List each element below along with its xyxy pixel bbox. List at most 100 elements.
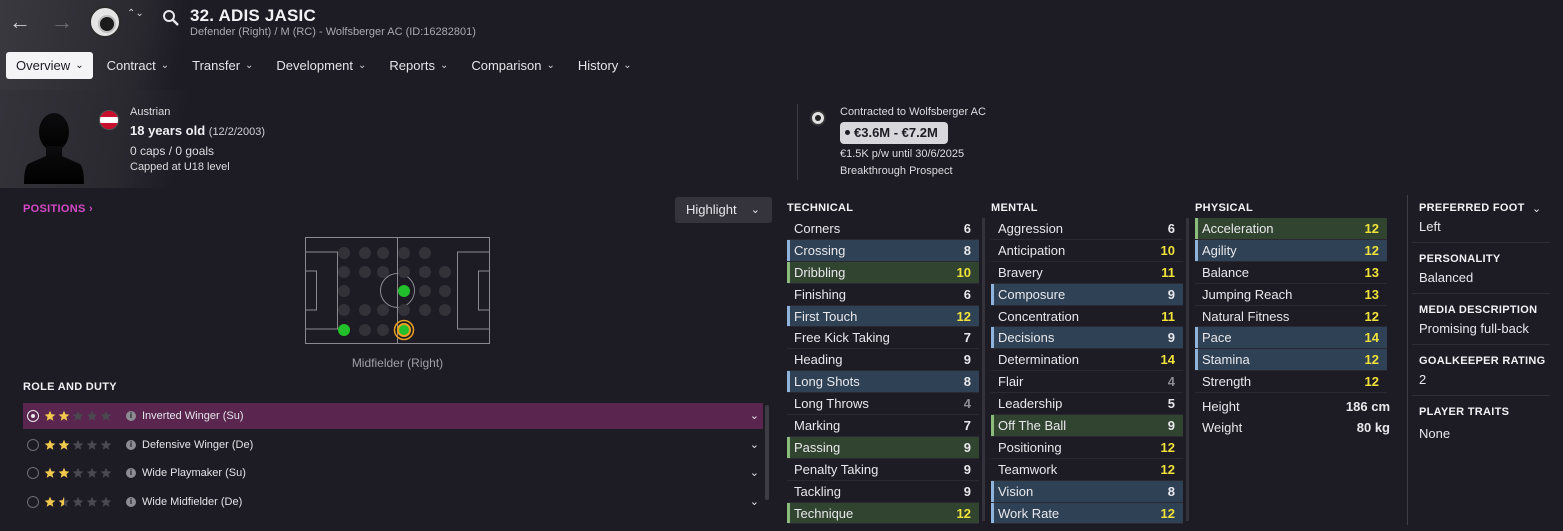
player-subtitle: Defender (Right) / M (RC) - Wolfsberger … xyxy=(190,26,476,38)
info-icon[interactable]: i xyxy=(126,411,136,421)
attribute-value: 8 xyxy=(1167,483,1175,499)
role-list-scrollbar[interactable] xyxy=(765,405,769,500)
attribute-row-dribbling[interactable]: Dribbling 10 xyxy=(787,261,979,284)
physical-title: PHYSICAL xyxy=(1195,202,1254,214)
attribute-row-vision[interactable]: Vision 8 xyxy=(991,480,1183,503)
attribute-value: 12 xyxy=(1364,352,1379,368)
role-row[interactable]: i Wide Midfielder (De) ⌄ xyxy=(23,489,763,515)
attribute-row-concentration[interactable]: Concentration 11 xyxy=(991,306,1183,328)
attribute-row-decisions[interactable]: Decisions 9 xyxy=(991,327,1183,350)
attribute-row-bravery[interactable]: Bravery 11 xyxy=(991,262,1183,284)
attribute-row-long-shots[interactable]: Long Shots 8 xyxy=(787,371,979,394)
attribute-row-agility[interactable]: Agility 12 xyxy=(1195,239,1387,262)
attribute-name: Bravery xyxy=(998,264,1043,280)
profile-band xyxy=(0,90,1563,188)
back-arrow-icon[interactable]: ← xyxy=(6,8,34,36)
role-row[interactable]: i Wide Playmaker (Su) ⌄ xyxy=(23,460,763,486)
attribute-name: Determination xyxy=(998,352,1079,368)
height-row: Height 186 cm xyxy=(1202,399,1390,414)
forward-arrow-icon[interactable]: → xyxy=(48,8,76,36)
chevron-down-icon[interactable]: ⌄ xyxy=(750,432,759,458)
contracted-to[interactable]: Contracted to Wolfsberger AC xyxy=(840,106,986,118)
role-radio[interactable] xyxy=(27,467,39,480)
height-value: 186 cm xyxy=(1345,399,1390,414)
attribute-row-off-the-ball[interactable]: Off The Ball 9 xyxy=(991,415,1183,437)
tab-contract[interactable]: Contract ⌄ xyxy=(97,52,179,79)
page-title: 32. ADIS JASIC xyxy=(190,6,316,25)
chevron-down-icon[interactable]: ⌄ xyxy=(750,403,759,429)
attribute-row-natural-fitness[interactable]: Natural Fitness 12 xyxy=(1195,306,1387,328)
attribute-value: 12 xyxy=(956,505,971,521)
attribute-row-heading[interactable]: Heading 9 xyxy=(787,349,979,372)
tab-history[interactable]: History ⌄ xyxy=(568,52,641,79)
role-radio[interactable] xyxy=(27,438,39,451)
player-switch-icon[interactable]: ⌃⌄ xyxy=(127,8,144,20)
attribute-row-passing[interactable]: Passing 9 xyxy=(787,436,979,459)
attribute-row-positioning[interactable]: Positioning 12 xyxy=(991,437,1183,459)
attribute-row-determination[interactable]: Determination 14 xyxy=(991,349,1183,372)
attribute-row-tackling[interactable]: Tackling 9 xyxy=(787,481,979,503)
attribute-row-jumping-reach[interactable]: Jumping Reach 13 xyxy=(1195,284,1387,306)
attribute-row-finishing[interactable]: Finishing 6 xyxy=(787,284,979,306)
positions-link[interactable]: POSITIONS › xyxy=(23,203,93,215)
attribute-row-first-touch[interactable]: First Touch 12 xyxy=(787,305,979,328)
attribute-row-crossing[interactable]: Crossing 8 xyxy=(787,239,979,262)
attribute-name: Aggression xyxy=(998,220,1064,236)
tab-label: Comparison xyxy=(471,58,542,73)
role-row[interactable]: i Inverted Winger (Su) ⌄ xyxy=(23,403,763,429)
attribute-row-free-kick-taking[interactable]: Free Kick Taking 7 xyxy=(787,327,979,350)
preferred-foot-title: PREFERRED FOOT xyxy=(1419,202,1525,214)
position-dot-dr xyxy=(338,324,350,336)
info-icon[interactable]: i xyxy=(126,439,136,450)
info-icon[interactable]: i xyxy=(126,468,136,479)
tab-label: History xyxy=(577,58,619,73)
attribute-row-anticipation[interactable]: Anticipation 10 xyxy=(991,240,1183,262)
attribute-row-technique[interactable]: Technique 12 xyxy=(787,502,979,525)
tab-development[interactable]: Development ⌄ xyxy=(266,52,375,79)
tab-comparison[interactable]: Comparison ⌄ xyxy=(461,52,563,79)
attribute-value: 4 xyxy=(963,396,971,412)
club-badge-icon[interactable] xyxy=(89,6,121,38)
tab-reports[interactable]: Reports ⌄ xyxy=(379,52,457,79)
chevron-down-icon[interactable]: ⌄ xyxy=(750,460,759,486)
attribute-row-marking[interactable]: Marking 7 xyxy=(787,415,979,437)
mental-title: MENTAL xyxy=(991,202,1038,214)
attribute-name: Penalty Taking xyxy=(794,461,879,477)
attribute-row-acceleration[interactable]: Acceleration 12 xyxy=(1195,218,1387,240)
separator xyxy=(1412,344,1550,345)
attribute-row-leadership[interactable]: Leadership 5 xyxy=(991,393,1183,416)
attribute-value: 9 xyxy=(963,352,971,368)
search-icon[interactable] xyxy=(162,9,180,27)
attribute-value: 7 xyxy=(963,417,971,433)
role-radio[interactable] xyxy=(27,410,39,422)
chevron-down-icon[interactable]: ⌄ xyxy=(1532,202,1541,215)
role-radio[interactable] xyxy=(27,495,39,508)
attribute-name: Leadership xyxy=(998,396,1063,412)
role-row[interactable]: i Defensive Winger (De) ⌄ xyxy=(23,432,763,458)
physical-attributes: Acceleration 12 Agility 12 Balance 13 Jumping … xyxy=(1195,218,1387,394)
attribute-row-work-rate[interactable]: Work Rate 12 xyxy=(991,502,1183,525)
attribute-row-teamwork[interactable]: Teamwork 12 xyxy=(991,459,1183,481)
attribute-row-long-throws[interactable]: Long Throws 4 xyxy=(787,393,979,416)
attribute-row-pace[interactable]: Pace 14 xyxy=(1195,327,1387,350)
separator xyxy=(1412,242,1550,243)
attribute-row-strength[interactable]: Strength 12 xyxy=(1195,371,1387,394)
tab-overview[interactable]: Overview ⌄ xyxy=(6,52,93,79)
attribute-row-aggression[interactable]: Aggression 6 xyxy=(991,218,1183,240)
attribute-row-balance[interactable]: Balance 13 xyxy=(1195,262,1387,284)
attribute-row-corners[interactable]: Corners 6 xyxy=(787,218,979,240)
chevron-down-icon[interactable]: ⌄ xyxy=(750,489,759,515)
role-name: Defensive Winger (De) xyxy=(142,438,254,451)
date-of-birth: (12/2/2003) xyxy=(208,126,266,138)
info-icon[interactable]: i xyxy=(126,496,136,507)
mental-attributes: Aggression 6 Anticipation 10 Bravery 11 Compos… xyxy=(991,218,1183,525)
highlight-dropdown[interactable]: Highlight ⌄ xyxy=(675,197,772,223)
chevron-down-icon: ⌄ xyxy=(546,60,555,71)
attribute-row-penalty-taking[interactable]: Penalty Taking 9 xyxy=(787,459,979,481)
attribute-row-stamina[interactable]: Stamina 12 xyxy=(1195,349,1387,372)
tab-transfer[interactable]: Transfer ⌄ xyxy=(182,52,262,79)
attribute-name: Decisions xyxy=(998,330,1055,346)
attribute-row-composure[interactable]: Composure 9 xyxy=(991,283,1183,306)
tab-bar: Overview ⌄ Contract ⌄ Transfer ⌄ Development ⌄ R… xyxy=(6,52,645,79)
attribute-row-flair[interactable]: Flair 4 xyxy=(991,371,1183,394)
